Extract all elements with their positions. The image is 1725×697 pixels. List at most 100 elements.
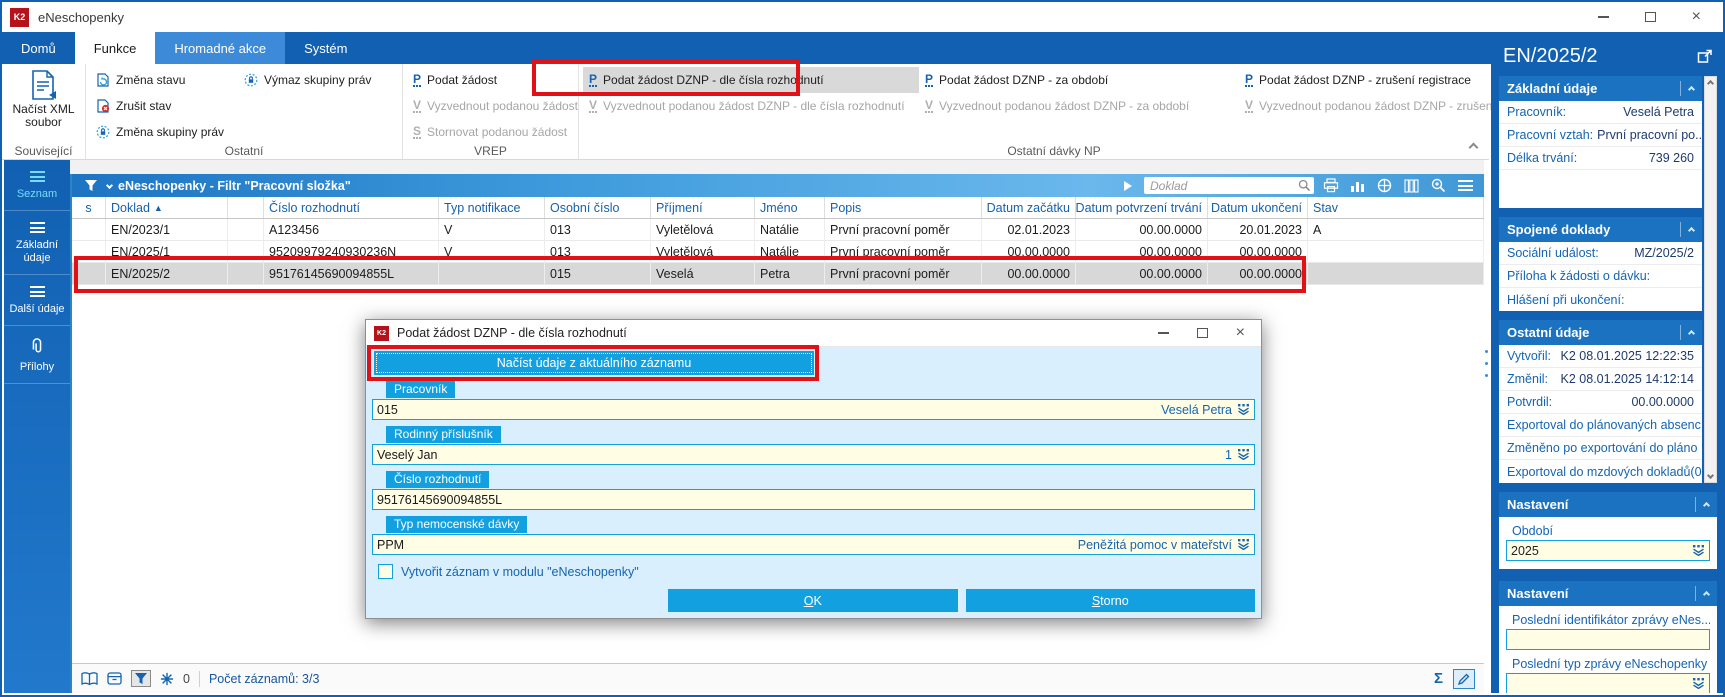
section-header[interactable]: Základní údaje — [1499, 76, 1702, 101]
ribbon-item-vymaz-skupiny-prav[interactable]: Výmaz skupiny práv — [238, 67, 398, 93]
chart-icon[interactable] — [1347, 176, 1368, 195]
snowflake-icon[interactable] — [160, 672, 174, 686]
search-icon[interactable] — [1298, 179, 1311, 197]
ribbon-item-zmena-skupiny-prav[interactable]: Změna skupiny práv — [90, 119, 238, 145]
sidebar-item-zakladni-udaje[interactable]: Základní údaje — [4, 211, 70, 275]
storno-button[interactable]: Storno — [966, 589, 1256, 612]
archive-icon[interactable] — [107, 672, 122, 685]
column-header-prijmeni[interactable]: Příjmení — [651, 197, 755, 218]
column-header-typ-notifikace[interactable]: Typ notifikace — [439, 197, 545, 218]
column-header-cislo-rozhodnuti[interactable]: Číslo rozhodnutí — [264, 197, 439, 218]
section-header[interactable]: Spojené doklady — [1499, 217, 1702, 242]
cell-cislo-rozhodnuti: 95176145690094855L — [264, 263, 439, 284]
dropdown-icon[interactable] — [1692, 545, 1705, 556]
ribbon-item-podat-zadost[interactable]: P Podat žádost — [407, 67, 574, 93]
section-header[interactable]: Ostatní údaje — [1499, 320, 1702, 345]
collapse-icon[interactable] — [1703, 591, 1710, 598]
ribbon-item-podat-zadost-dznp-dle-cisla-rozhodnuti[interactable]: P Podat žádost DZNP - dle čísla rozhodnu… — [583, 67, 919, 93]
column-header-jmeno[interactable]: Jméno — [755, 197, 825, 218]
column-header-s[interactable]: s — [72, 197, 106, 218]
dropdown-icon[interactable] — [1237, 539, 1250, 550]
table-row[interactable]: EN/2023/1 A123456 V 013 Vyletělová Natál… — [72, 219, 1484, 241]
filter-active-icon[interactable] — [131, 670, 151, 687]
dropdown-icon[interactable] — [1692, 678, 1705, 689]
maximize-icon[interactable] — [1645, 12, 1656, 22]
tab-domu[interactable]: Domů — [2, 32, 75, 64]
column-header-osobni-cislo[interactable]: Osobní číslo — [545, 197, 651, 218]
ribbon-item-label: Vyzvednout podanou žádost — [427, 99, 578, 113]
detail-row: Změnil:K2 08.01.2025 14:12:14 — [1499, 368, 1702, 391]
dialog-body: Načíst údaje z aktuálního záznamu Pracov… — [366, 347, 1261, 620]
table-row-selected[interactable]: EN/2025/2 95176145690094855L 015 Veselá … — [72, 263, 1484, 285]
tab-funkce[interactable]: Funkce — [75, 32, 156, 64]
analysis-icon[interactable] — [1374, 176, 1395, 195]
maximize-icon[interactable] — [1197, 328, 1208, 338]
column-header-doklad[interactable]: Doklad▲ — [106, 197, 228, 218]
rodinny-prislusnik-input[interactable]: Veselý Jan 1 — [372, 444, 1255, 465]
sidebar-item-dalsi-udaje[interactable]: Další údaje — [4, 275, 70, 326]
pracovnik-input[interactable]: 015 Veselá Petra — [372, 399, 1255, 420]
ribbon-item-zrusit-stav[interactable]: Zrušit stav — [90, 93, 238, 119]
collapse-icon[interactable] — [1688, 330, 1695, 337]
dialog-title-bar[interactable]: K2 Podat žádost DZNP - dle čísla rozhodn… — [366, 320, 1261, 347]
open-in-window-icon[interactable] — [1697, 49, 1713, 64]
chevron-down-icon[interactable] — [106, 182, 113, 189]
cell-datum-zacatku: 00.00.0000 — [982, 263, 1076, 284]
minimize-icon[interactable] — [1598, 16, 1609, 18]
close-icon[interactable]: × — [1236, 325, 1245, 341]
ribbon-item-podat-zadost-dznp-zruseni-registrace[interactable]: P Podat žádost DZNP - zrušení registrace — [1239, 67, 1525, 93]
detail-row[interactable]: Exportoval do plánovaných absenc — [1499, 414, 1702, 437]
book-view-icon[interactable] — [81, 672, 98, 686]
play-icon[interactable] — [1117, 176, 1138, 195]
dropdown-icon[interactable] — [1237, 404, 1250, 415]
sum-icon[interactable]: Σ — [1434, 670, 1443, 687]
collapse-icon[interactable] — [1688, 86, 1695, 93]
zoom-settings-icon[interactable] — [1428, 176, 1449, 195]
scroll-up-icon[interactable] — [1707, 80, 1714, 87]
section-header[interactable]: Nastavení — [1499, 492, 1717, 517]
column-header-popis[interactable]: Popis — [825, 197, 982, 218]
collapse-icon[interactable] — [1703, 502, 1710, 509]
column-header-blank[interactable] — [228, 197, 264, 218]
tab-hromadne-akce[interactable]: Hromadné akce — [155, 32, 285, 64]
menu-icon[interactable] — [1455, 176, 1476, 195]
ribbon-item-zmena-stavu[interactable]: Změna stavu — [90, 67, 238, 93]
obdobi-select[interactable]: 2025 — [1506, 540, 1710, 561]
ribbon-item-podat-zadost-dznp-za-obdobi[interactable]: P Podat žádost DZNP - za období — [919, 67, 1239, 93]
table-row[interactable]: EN/2025/1 95209979240930236N V 013 Vylet… — [72, 241, 1484, 263]
search-input[interactable] — [1144, 177, 1314, 194]
cell-osobni-cislo: 013 — [545, 241, 651, 262]
k2-logo-icon: K2 — [10, 8, 29, 27]
column-header-datum-ukonceni[interactable]: Datum ukončení — [1208, 197, 1308, 218]
collapse-icon[interactable] — [1688, 227, 1695, 234]
close-icon[interactable]: × — [1692, 9, 1701, 25]
ok-button[interactable]: OK — [668, 589, 958, 612]
columns-icon[interactable] — [1401, 176, 1422, 195]
dropdown-icon[interactable] — [1237, 449, 1250, 460]
load-current-record-button[interactable]: Načíst údaje z aktuálního záznamu — [374, 351, 814, 375]
scroll-down-icon[interactable] — [1707, 472, 1714, 479]
splitter-handle[interactable] — [1485, 350, 1488, 377]
cislo-rozhodnuti-input[interactable]: 95176145690094855L — [372, 489, 1255, 510]
detail-row[interactable]: Exportoval do mzdových dokladů(0. — [1499, 460, 1702, 483]
divider — [199, 671, 200, 687]
typ-nemocenske-davky-input[interactable]: PPM Peněžitá pomoc v mateřství — [372, 534, 1255, 555]
cell-osobni-cislo: 015 — [545, 263, 651, 284]
load-xml-file-button[interactable]: Načíst XML soubor — [6, 67, 81, 129]
print-icon[interactable] — [1320, 176, 1341, 195]
edit-icon[interactable] — [1453, 669, 1475, 689]
panel-scrollbar[interactable] — [1704, 76, 1717, 483]
column-header-stav[interactable]: Stav — [1308, 197, 1484, 218]
minimize-icon[interactable] — [1158, 332, 1169, 334]
posledni-identifikator-input[interactable] — [1506, 629, 1710, 650]
create-record-checkbox[interactable] — [378, 564, 393, 579]
sidebar-item-seznam[interactable]: Seznam — [4, 160, 70, 211]
section-header[interactable]: Nastavení — [1499, 581, 1717, 606]
column-header-datum-zacatku[interactable]: Datum začátku — [982, 197, 1076, 218]
detail-row[interactable]: Změněno po exportování do pláno — [1499, 437, 1702, 460]
tab-system[interactable]: Systém — [285, 32, 366, 64]
sidebar-item-prilohy[interactable]: Přílohy — [4, 326, 70, 384]
filter-funnel-icon[interactable] — [80, 176, 101, 195]
column-header-datum-potvrzeni-trvani[interactable]: Datum potvrzení trvání — [1076, 197, 1208, 218]
posledni-typ-select[interactable] — [1506, 673, 1710, 693]
